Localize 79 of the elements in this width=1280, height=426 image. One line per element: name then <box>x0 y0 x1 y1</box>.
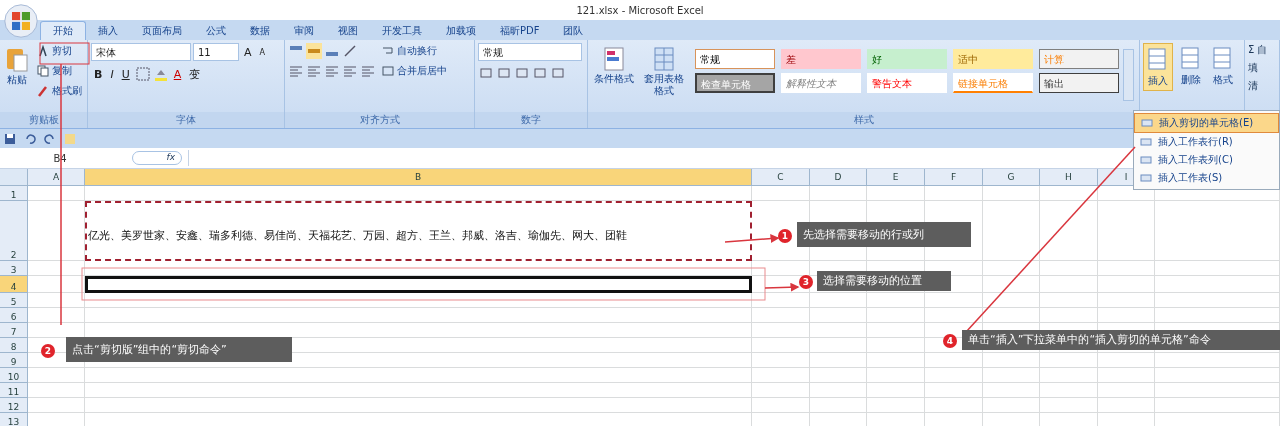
grow-font-button[interactable]: A <box>241 43 255 61</box>
cell-style-item[interactable]: 警告文本 <box>867 73 947 93</box>
cell-style-item[interactable]: 常规 <box>695 49 775 69</box>
row-header[interactable]: 7 <box>0 323 28 338</box>
ribbon-tab[interactable]: 加载项 <box>434 22 488 40</box>
ribbon-tab[interactable]: 开发工具 <box>370 22 434 40</box>
font-name-field[interactable]: 宋体 <box>91 43 191 61</box>
column-header[interactable]: A <box>28 169 85 186</box>
row-header[interactable]: 9 <box>0 353 28 368</box>
ribbon-tab[interactable]: 团队 <box>551 22 596 40</box>
ribbon-tab[interactable]: 视图 <box>326 22 370 40</box>
phonetic-button[interactable]: 变 <box>186 65 204 83</box>
cell-text: 亿光、美罗世家、安鑫、瑞多利德、易佳尚、天福花艺、万园、超方、王兰、邦威、洛吉、瑜伽先、网大、团鞋 <box>87 227 627 243</box>
number-format-field[interactable]: 常规 <box>478 43 582 61</box>
cells-button[interactable]: 格式 <box>1209 43 1237 89</box>
ribbon-tab[interactable]: 插入 <box>86 22 130 40</box>
editing-item[interactable]: 填 <box>1248 61 1276 75</box>
ribbon-tab[interactable]: 数据 <box>238 22 282 40</box>
editing-item[interactable]: Σ 自 <box>1248 43 1276 57</box>
cells-button[interactable]: 插入 <box>1143 43 1173 91</box>
group-label: 数字 <box>475 112 587 128</box>
group-label: 剪贴板 <box>0 112 87 128</box>
window-title: 121.xlsx - Microsoft Excel <box>576 4 704 16</box>
font-size-field[interactable]: 11 <box>193 43 239 61</box>
format-as-table-button[interactable]: 套用表格格式 <box>641 43 687 99</box>
shrink-font-button[interactable]: A <box>256 43 268 61</box>
editing-item[interactable]: 清 <box>1248 79 1276 93</box>
row-header[interactable]: 12 <box>0 398 28 413</box>
row-header[interactable]: 11 <box>0 383 28 398</box>
italic-button[interactable]: I <box>107 65 117 83</box>
cell-style-item[interactable]: 解释性文本 <box>781 73 861 93</box>
row-header[interactable]: 4 <box>0 276 28 293</box>
underline-button[interactable]: U <box>118 65 133 83</box>
bold-button[interactable]: B <box>91 65 106 83</box>
row-header[interactable]: 3 <box>0 261 28 276</box>
menu-item[interactable]: 插入工作表行(R) <box>1134 133 1279 151</box>
ribbon-tab[interactable]: 页面布局 <box>130 22 194 40</box>
menu-item[interactable]: 插入工作表列(C) <box>1134 151 1279 169</box>
group-label: 对齐方式 <box>285 112 474 128</box>
group-label: 字体 <box>88 112 284 128</box>
row-header[interactable]: 8 <box>0 338 28 353</box>
row-header[interactable]: 5 <box>0 293 28 308</box>
menu-item[interactable]: 插入剪切的单元格(E) <box>1134 113 1279 133</box>
ribbon-tab[interactable]: 公式 <box>194 22 238 40</box>
column-header[interactable]: C <box>752 169 810 186</box>
column-header[interactable]: D <box>810 169 867 186</box>
conditional-format-button[interactable]: 条件格式 <box>591 43 637 87</box>
row-header[interactable]: 1 <box>0 186 28 201</box>
step-number-tooltip: 1 <box>778 229 792 243</box>
cell-style-item[interactable]: 适中 <box>953 49 1033 69</box>
ribbon-tab[interactable]: 审阅 <box>282 22 326 40</box>
step-number-tooltip: 4 <box>943 334 957 348</box>
font-color-button[interactable]: A <box>170 65 185 83</box>
wrap-text-button[interactable]: 自动换行 <box>380 43 449 59</box>
merge-center-button[interactable]: 合并后居中 <box>380 63 449 79</box>
step-number-tooltip: 3 <box>799 275 813 289</box>
cells-button[interactable]: 删除 <box>1177 43 1205 89</box>
row-header[interactable]: 6 <box>0 308 28 323</box>
cell-style-item[interactable]: 输出 <box>1039 73 1119 93</box>
callout-tooltip: 点击“剪切版”组中的“剪切命令” <box>66 337 292 362</box>
ribbon-tab[interactable]: 开始 <box>40 21 86 40</box>
cut-button[interactable]: 剪切 <box>35 43 84 59</box>
column-header[interactable]: G <box>983 169 1040 186</box>
column-header[interactable]: H <box>1040 169 1098 186</box>
cell-style-item[interactable]: 好 <box>867 49 947 69</box>
row-header[interactable]: 10 <box>0 368 28 383</box>
cell-style-item[interactable]: 差 <box>781 49 861 69</box>
column-header[interactable]: F <box>925 169 983 186</box>
callout-tooltip: 选择需要移动的位置 <box>817 271 951 291</box>
step-number-tooltip: 2 <box>41 344 55 358</box>
callout-tooltip: 先选择需要移动的行或列 <box>797 222 971 247</box>
column-header[interactable]: E <box>867 169 925 186</box>
row-header[interactable]: 13 <box>0 413 28 426</box>
grid-cell[interactable]: 亿光、美罗世家、安鑫、瑞多利德、易佳尚、天福花艺、万园、超方、王兰、邦威、洛吉、瑜伽先、网大、团鞋 <box>85 201 752 261</box>
row-header[interactable]: 2 <box>0 201 28 261</box>
column-header[interactable]: B <box>85 169 752 186</box>
callout-tooltip: 单击“插入”下拉菜单中的“插入剪切的单元格”命令 <box>962 330 1280 350</box>
paste-button[interactable]: 粘贴 <box>3 43 31 89</box>
ribbon-tab[interactable]: 福昕PDF <box>488 22 552 40</box>
